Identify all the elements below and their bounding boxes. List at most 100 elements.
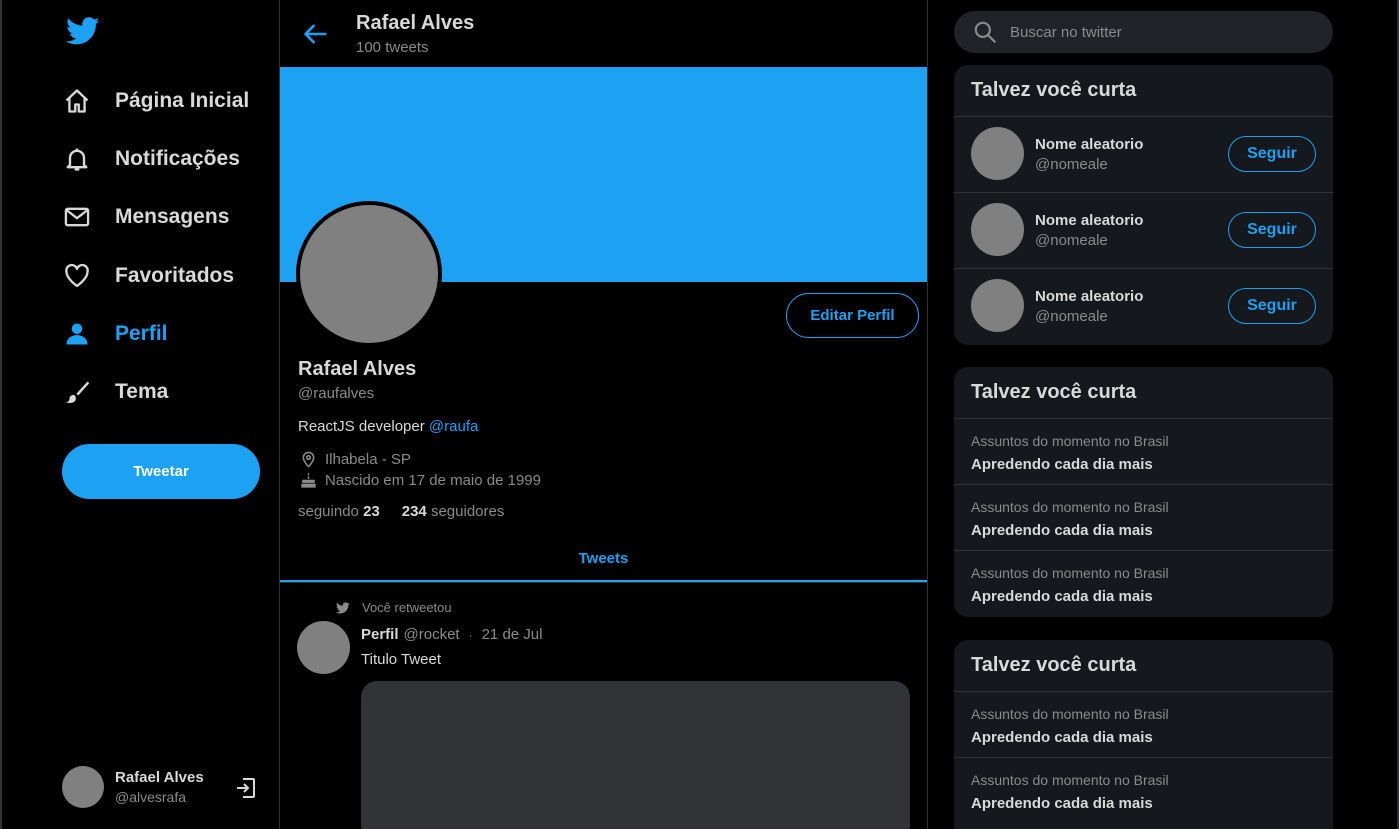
search-box [954,11,1333,53]
current-user-handle: @alvesrafa [115,789,187,805]
trend-context: Assuntos do momento no Brasil [971,565,1169,581]
header-tweet-count: 100 tweets [356,39,429,56]
nav-label-favorites: Favoritados [115,264,235,287]
nav-item-home[interactable]: Página Inicial [62,81,249,121]
nav-label-messages: Mensagens [115,205,230,228]
profile-bio: ReactJS developer @raufa [298,418,478,435]
back-arrow-icon[interactable] [302,20,330,48]
trends-title: Talvez você curta [954,640,1333,692]
avatar [62,766,104,808]
trend-topic: Apredendo cada dia mais [971,522,1153,539]
search-input[interactable] [1010,23,1310,41]
nav-item-profile[interactable]: Perfil [62,314,168,354]
twitter-logo-icon[interactable] [64,14,102,48]
suggestion-name: Nome aleatorio [1035,212,1144,229]
suggestion-handle: @nomeale [1035,156,1108,173]
follow-button[interactable]: Seguir [1228,288,1316,324]
location-pin-icon [298,449,318,469]
suggestions-card: Talvez você curta Nome aleatorio @nomeal… [954,65,1333,345]
nav-label-theme: Tema [115,380,169,403]
trend-item[interactable]: Assuntos do momento no Brasil Apredendo … [954,419,1333,485]
tweet-handle: @rocket [403,626,460,643]
suggestion-handle: @nomeale [1035,308,1108,325]
heart-icon [62,261,92,291]
trend-context: Assuntos do momento no Brasil [971,706,1169,722]
twitter-bird-icon [336,601,350,615]
tweet-separator: · [468,627,473,642]
trend-item[interactable]: Assuntos do momento no Brasil Apredendo … [954,551,1333,617]
profile-handle: @raufalves [298,385,375,402]
header-name: Rafael Alves [356,12,475,34]
retweet-label: Você retweetou [362,600,452,615]
bio-text: ReactJS developer [298,418,425,435]
current-user-name: Rafael Alves [115,769,204,786]
location-text: Ilhabela - SP [325,450,411,468]
suggestion-item[interactable]: Nome aleatorio @nomeale Seguir [954,117,1333,193]
profile-birthdate: Nascido em 17 de maio de 1999 [298,470,541,490]
trend-topic: Apredendo cada dia mais [971,456,1153,473]
suggestion-name: Nome aleatorio [1035,288,1144,305]
suggestions-title: Talvez você curta [954,65,1333,117]
nav-item-theme[interactable]: Tema [62,372,168,412]
logout-icon[interactable] [234,776,258,805]
edit-profile-button[interactable]: Editar Perfil [786,293,919,338]
avatar [971,203,1024,256]
birthdate-text: Nascido em 17 de maio de 1999 [325,471,541,489]
nav-label-home: Página Inicial [115,89,250,112]
tweet-author[interactable]: Perfil [361,626,399,643]
trend-item[interactable]: Assuntos do momento no Brasil Apredendo … [954,692,1333,758]
avatar [971,127,1024,180]
trend-context: Assuntos do momento no Brasil [971,772,1169,788]
tweet-avatar[interactable] [297,621,350,674]
trends-title: Talvez você curta [954,367,1333,419]
divider [280,582,927,583]
tab-tweets[interactable]: Tweets [280,536,927,582]
nav-item-favorites[interactable]: Favoritados [62,256,234,296]
suggestion-item[interactable]: Nome aleatorio @nomeale Seguir [954,269,1333,345]
profile-location: Ilhabela - SP [298,449,411,469]
bell-icon [62,144,92,174]
following-label: seguindo [298,503,359,520]
user-icon [62,319,92,349]
follow-stats: seguindo 23 234 seguidores [298,503,504,520]
profile-header-bar: Rafael Alves 100 tweets [280,0,927,67]
nav-item-messages[interactable]: Mensagens [62,197,229,237]
followers-label: seguidores [430,503,505,520]
bio-mention-link[interactable]: @raufa [429,418,478,435]
mail-icon [62,202,92,232]
trend-item[interactable]: Assuntos do momento no Brasil Apredendo … [954,485,1333,551]
following-link[interactable]: seguindo 23 [298,503,380,520]
nav-label-notifications: Notificações [115,147,240,170]
followers-count: 234 [401,503,427,520]
trend-context: Assuntos do momento no Brasil [971,499,1169,515]
suggestion-handle: @nomeale [1035,232,1108,249]
trend-item[interactable]: Assuntos do momento no Brasil Apredendo … [954,758,1333,824]
tweet-media[interactable] [361,681,910,829]
main-column: Rafael Alves 100 tweets Editar Perfil Ra… [280,0,928,829]
tweet-button[interactable]: Tweetar [62,444,260,499]
nav-label-profile: Perfil [115,322,168,345]
trends-card: Talvez você curta Assuntos do momento no… [954,367,1333,617]
tweet-date[interactable]: 21 de Jul [482,626,543,643]
suggestion-name: Nome aleatorio [1035,136,1144,153]
trend-topic: Apredendo cada dia mais [971,729,1153,746]
home-icon [62,86,92,116]
trends-card: Talvez você curta Assuntos do momento no… [954,640,1333,829]
avatar [971,279,1024,332]
profile-avatar[interactable] [296,201,442,347]
left-sidebar: Página Inicial Notificações Mensagens Fa… [2,0,280,829]
follow-button[interactable]: Seguir [1228,212,1316,248]
trend-topic: Apredendo cada dia mais [971,795,1153,812]
birthday-cake-icon [298,470,318,490]
retweet-indicator: Você retweetou [336,600,452,615]
nav-item-notifications[interactable]: Notificações [62,139,240,179]
current-user-card[interactable]: Rafael Alves @alvesrafa [62,766,262,808]
trend-context: Assuntos do momento no Brasil [971,433,1169,449]
followers-link[interactable]: 234 seguidores [402,503,505,520]
profile-name: Rafael Alves [298,358,417,380]
brush-icon [62,377,92,407]
suggestion-item[interactable]: Nome aleatorio @nomeale Seguir [954,193,1333,269]
tweet-text: Titulo Tweet [361,651,442,668]
follow-button[interactable]: Seguir [1228,136,1316,172]
following-count: 23 [363,503,380,520]
